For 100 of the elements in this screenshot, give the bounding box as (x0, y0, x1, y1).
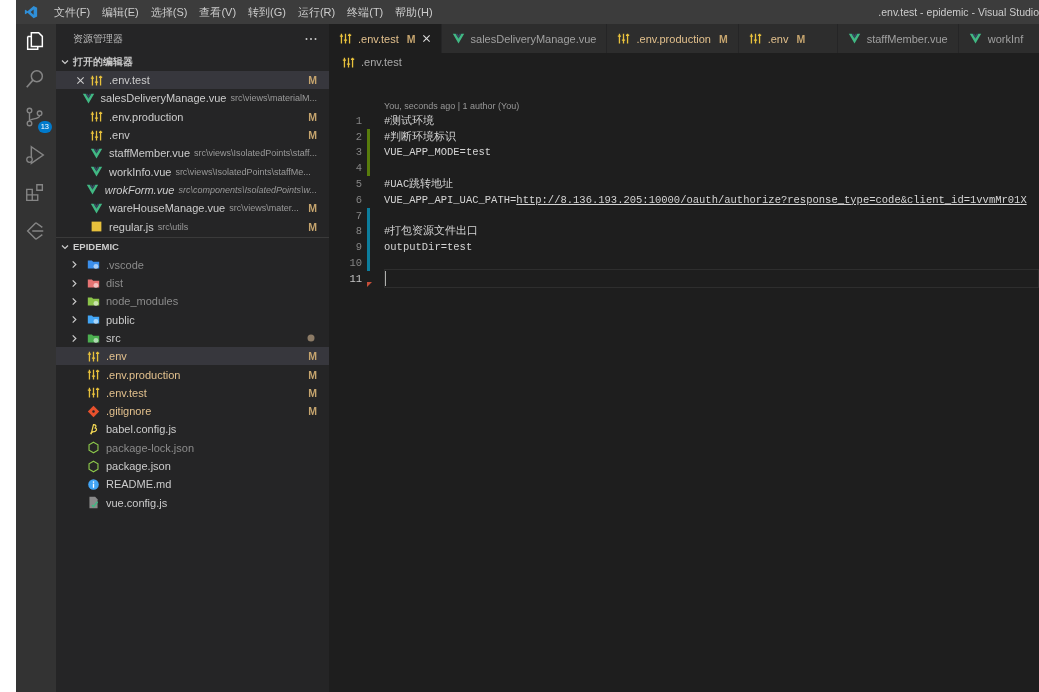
open-editor-item[interactable]: .env.production M (56, 107, 329, 126)
js-file-icon (90, 220, 103, 233)
close-icon[interactable] (421, 34, 431, 43)
menu-item[interactable]: 文件(F) (48, 4, 97, 20)
folder-icon (87, 313, 100, 327)
extensions-icon[interactable] (24, 182, 46, 204)
file-item[interactable]: package.json (56, 456, 329, 476)
section-header[interactable]: 打开的编辑器 (56, 53, 329, 71)
file-item[interactable]: .env.production M (56, 365, 329, 384)
line-number: 9 (354, 241, 362, 254)
added-change-marker[interactable] (367, 160, 370, 177)
menu-item[interactable]: 选择(S) (144, 4, 194, 20)
code-text: VUE_APP_MODE=test (384, 146, 492, 159)
sliders-icon (342, 55, 355, 69)
editor-tab[interactable]: .env.production M (607, 24, 739, 53)
code-comment: #测试环境 (384, 113, 435, 128)
editor-tab[interactable]: workInf (958, 24, 1039, 53)
folder-icon (87, 331, 100, 345)
folder-icon (87, 276, 100, 290)
sliders-icon (339, 32, 352, 45)
folder-item[interactable]: src (56, 328, 329, 348)
open-editor-item[interactable]: salesDeliveryManage.vue src\views\materialM... (56, 89, 329, 108)
added-change-marker[interactable] (367, 144, 370, 161)
chevron-right-icon[interactable] (70, 260, 79, 270)
diamond-icon (87, 404, 100, 418)
modified-change-marker[interactable] (367, 207, 370, 224)
menu-item[interactable]: 编辑(E) (96, 4, 145, 20)
breadcrumb-item[interactable]: .env.test (361, 56, 402, 68)
folder-item[interactable]: .vscode (56, 255, 329, 274)
open-editor-item[interactable]: regular.js src\utils M (56, 217, 329, 236)
code-comment: #打包资源文件出口 (384, 224, 479, 239)
line-number: 11 (348, 272, 362, 285)
v-logo-icon (81, 91, 95, 105)
chevron-right-icon[interactable] (70, 315, 79, 325)
code-text: outputDir=test (384, 241, 473, 254)
sliders-icon (90, 73, 103, 87)
editor-tab[interactable]: staffMember.vue (837, 24, 959, 53)
timeline-icon[interactable] (24, 220, 46, 242)
chevron-right-icon[interactable] (70, 296, 79, 306)
modified-change-marker[interactable] (367, 223, 370, 240)
code-comment: #判断环境标识 (384, 129, 457, 144)
files-icon[interactable] (24, 30, 46, 52)
folder-item[interactable]: dist (56, 273, 329, 293)
open-editor-item[interactable]: .env M (56, 125, 329, 145)
menu-item[interactable]: 帮助(H) (389, 4, 439, 20)
v-logo-icon (451, 32, 465, 45)
folder-item[interactable]: node_modules (56, 292, 329, 311)
menu-item[interactable]: 转到(G) (242, 4, 292, 20)
editor-tab[interactable]: .env.test M (329, 24, 442, 53)
hexagon-icon (87, 441, 100, 455)
line-number: 4 (354, 162, 362, 175)
line-number: 2 (354, 130, 362, 143)
run-debug-icon[interactable] (24, 144, 46, 166)
v-logo-icon (85, 183, 99, 197)
open-editor-item[interactable]: workInfo.vue src\views\IsolatedPoints\staffMe... (56, 162, 329, 181)
open-editor-item[interactable]: wareHouseManage.vue src\views\mater... M (56, 199, 329, 218)
folder-icon (87, 294, 100, 308)
added-change-marker[interactable] (367, 128, 370, 145)
line-number: 6 (354, 193, 362, 206)
editor-tab[interactable]: .env M (738, 24, 838, 53)
file-item[interactable]: README.md (56, 475, 329, 494)
file-item[interactable]: package-lock.json (56, 438, 329, 457)
close-icon[interactable] (76, 75, 85, 85)
open-editor-item[interactable]: staffMember.vue src\views\IsolatedPoints\staff... (56, 144, 329, 163)
window-title: .env.test - epidemic - Visual Studio (878, 6, 1039, 18)
open-editor-item[interactable]: .env.test M (56, 71, 329, 90)
v-logo-icon (90, 165, 103, 179)
url-link[interactable]: http://8.136.193.205:10000/oauth/authorize?response_type=code&client_id=1vvmMr01X (516, 193, 1027, 206)
menu-item[interactable]: 运行(R) (291, 4, 342, 20)
more-icon[interactable] (305, 36, 317, 41)
chevron-down-icon[interactable] (60, 57, 70, 67)
sliders-icon (87, 349, 100, 363)
app-logo-icon (24, 5, 38, 19)
chevron-right-icon[interactable] (70, 278, 79, 288)
modified-change-marker[interactable] (367, 239, 370, 256)
chevron-right-icon[interactable] (70, 333, 79, 343)
modified-change-marker[interactable] (367, 255, 370, 271)
folder-icon (87, 258, 100, 272)
v-logo-icon (90, 146, 103, 160)
codelens-text[interactable]: You, seconds ago | 1 author (You) (384, 101, 520, 111)
sliders-icon (748, 32, 762, 45)
file-item[interactable]: babel.config.js (56, 420, 329, 439)
folder-item[interactable]: public (56, 310, 329, 329)
search-icon[interactable] (24, 68, 46, 90)
editor-tab[interactable]: salesDeliveryManage.vue (441, 24, 608, 53)
sliders-icon (87, 368, 100, 382)
document-check-icon (87, 496, 100, 510)
deleted-change-marker[interactable] (367, 281, 372, 287)
menu-item[interactable]: 查看(V) (193, 4, 243, 20)
file-item[interactable]: .env.test M (56, 383, 329, 403)
line-number: 7 (354, 209, 362, 222)
file-item[interactable]: .env M (56, 347, 329, 366)
sliders-icon (87, 386, 100, 400)
menu-item[interactable]: 终端(T) (341, 4, 390, 20)
code-text: VUE_APP_API_UAC_PATH= (384, 193, 517, 206)
open-editor-item[interactable]: wrokForm.vue src\components\IsolatedPoints\w... (56, 180, 329, 200)
line-number: 1 (354, 114, 362, 127)
file-item[interactable]: .gitignore M (56, 402, 329, 421)
file-item[interactable]: vue.config.js (56, 493, 329, 512)
section-header[interactable]: EPIDEMIC (56, 236, 329, 256)
